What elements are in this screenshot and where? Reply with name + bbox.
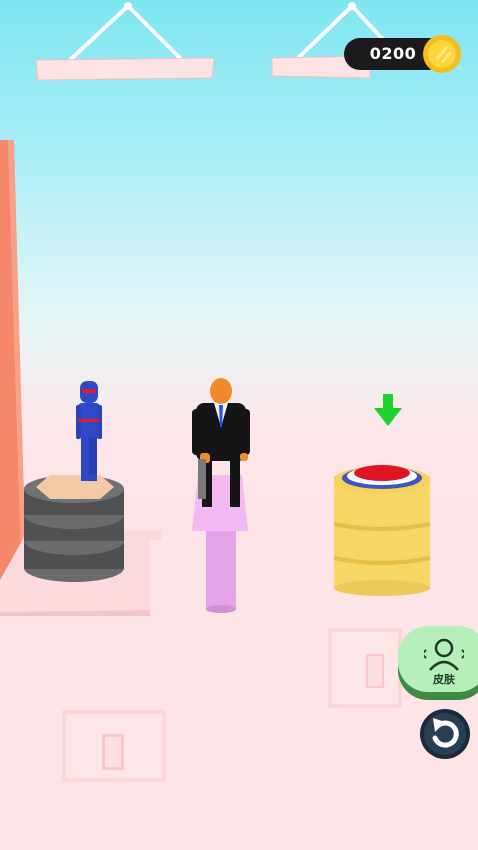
avatar-skin-icon (424, 638, 464, 671)
game-scene: 0200 皮肤 (0, 0, 478, 850)
ninja-character (76, 381, 102, 481)
coin-counter: 0200 (344, 34, 466, 74)
skin-button[interactable]: 皮肤 (398, 626, 478, 700)
barrel-with-button (333, 465, 431, 596)
floor-block-left (62, 710, 166, 782)
hanging-platform-left (35, 2, 215, 81)
floor-block-right (328, 628, 402, 708)
green-down-arrow-icon (374, 394, 402, 426)
restart-icon[interactable] (419, 708, 471, 760)
tire-stack (24, 381, 124, 582)
skin-button-label: 皮肤 (433, 673, 455, 686)
pedestal (192, 378, 250, 613)
gold-coin-icon (423, 35, 461, 73)
coin-count: 0200 (369, 44, 417, 63)
